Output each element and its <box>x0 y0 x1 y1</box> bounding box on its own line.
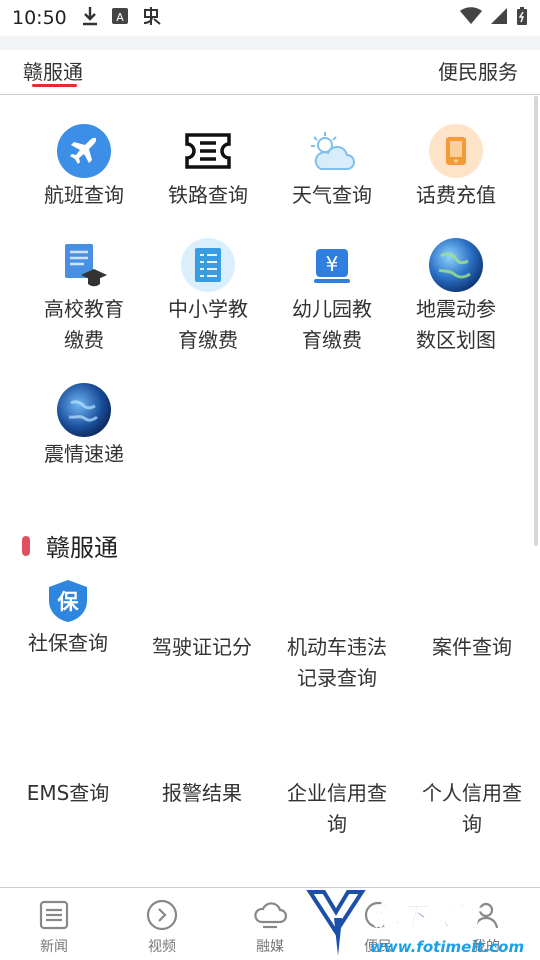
section-header: 赣服通 <box>22 528 118 563</box>
label-line: 记录查询 <box>297 666 377 690</box>
service-university-fee[interactable]: 高校教育 缴费 <box>22 238 146 356</box>
status-bar: 10:50 A <box>0 0 540 36</box>
status-time: 10:50 <box>12 7 67 29</box>
shield-icon: 保 <box>46 578 90 624</box>
phone-icon <box>429 124 483 178</box>
service-flight-query[interactable]: 航班查询 <box>22 124 146 211</box>
label-line: 育缴费 <box>178 328 238 352</box>
signal-icon <box>490 7 508 29</box>
label-line: 社保查询 <box>28 631 108 655</box>
service-driving-license-points[interactable]: 驾驶证记分 <box>134 632 270 663</box>
play-icon <box>145 898 179 932</box>
earth-icon <box>57 383 111 437</box>
label-line: 地震动参 <box>416 297 496 321</box>
payment-icon: ¥ <box>305 238 359 292</box>
ticket-icon <box>181 124 235 178</box>
service-kindergarten-fee[interactable]: ¥ 幼儿园教 育缴费 <box>270 238 394 356</box>
label-line: 数区划图 <box>416 328 496 352</box>
svg-text:A: A <box>116 11 124 24</box>
nav-label: 新闻 <box>40 939 68 955</box>
weather-icon <box>305 124 359 178</box>
download-icon <box>81 6 99 31</box>
service-personal-credit[interactable]: 个人信用查 询 <box>404 778 540 840</box>
scrollbar[interactable] <box>534 96 538 546</box>
watermark-url: www.fotimeit.com <box>370 938 525 956</box>
label-line: 天气查询 <box>292 183 372 207</box>
label-line: 个人信用查 <box>422 781 522 805</box>
globe-icon <box>429 238 483 292</box>
label-line: 幼儿园教 <box>292 297 372 321</box>
service-police-report-result[interactable]: 报警结果 <box>134 778 270 809</box>
label-line: 报警结果 <box>162 781 242 805</box>
service-seismic-map[interactable]: 地震动参 数区划图 <box>394 238 518 356</box>
service-vehicle-violations[interactable]: 机动车违法 记录查询 <box>269 632 405 694</box>
service-railway-query[interactable]: 铁路查询 <box>146 124 270 211</box>
watermark-logo: 源下载站 www.fotimeit.com <box>300 888 536 960</box>
section-marker <box>22 535 30 556</box>
battery-icon <box>516 6 528 30</box>
nav-news[interactable]: 新闻 <box>14 898 94 956</box>
svg-text:¥: ¥ <box>326 252 339 276</box>
watermark-text: 源下载站 <box>373 902 479 933</box>
service-ems-query[interactable]: EMS查询 <box>0 778 136 809</box>
label-line: 育缴费 <box>302 328 362 352</box>
label-line: 机动车违法 <box>287 635 387 659</box>
active-tab-indicator <box>32 84 77 87</box>
label-line: 企业信用查 <box>287 781 387 805</box>
nav-label: 视频 <box>148 939 176 955</box>
wifi-icon <box>460 7 482 29</box>
translate-icon: A <box>111 7 129 30</box>
service-enterprise-credit[interactable]: 企业信用查 询 <box>269 778 405 840</box>
app-notification-icon <box>141 5 163 32</box>
service-phone-recharge[interactable]: 话费充值 <box>394 124 518 211</box>
service-school-fee[interactable]: 中小学教 育缴费 <box>146 238 270 356</box>
document-icon <box>181 238 235 292</box>
service-case-query[interactable]: 案件查询 <box>404 632 540 663</box>
label-line: 高校教育 <box>44 297 124 321</box>
tab-ganfutong[interactable]: 赣服通 <box>23 56 83 85</box>
label-line: 缴费 <box>64 328 104 352</box>
top-tabs: 赣服通 便民服务 <box>0 50 540 95</box>
label-line: EMS查询 <box>26 781 110 805</box>
airplane-icon <box>57 124 111 178</box>
graduation-cap-icon <box>57 238 111 292</box>
label-line: 铁路查询 <box>168 183 248 207</box>
tab-convenience-services[interactable]: 便民服务 <box>438 56 518 85</box>
section-title: 赣服通 <box>46 534 118 562</box>
label-line: 震情速递 <box>44 442 124 466</box>
label-line: 驾驶证记分 <box>152 635 252 659</box>
service-weather-query[interactable]: 天气查询 <box>270 124 394 211</box>
cloud-icon <box>253 898 287 932</box>
news-icon <box>37 898 71 932</box>
nav-video[interactable]: 视频 <box>122 898 202 956</box>
shield-icon-text: 保 <box>57 590 79 614</box>
nav-media[interactable]: 融媒 <box>230 898 310 956</box>
service-social-security[interactable]: 保 社保查询 <box>0 578 136 659</box>
label-line: 案件查询 <box>432 635 512 659</box>
label-line: 航班查询 <box>44 183 124 207</box>
nav-label: 融媒 <box>256 939 284 955</box>
label-line: 中小学教 <box>168 297 248 321</box>
label-line: 询 <box>327 812 347 836</box>
label-line: 话费充值 <box>416 183 496 207</box>
service-earthquake-news[interactable]: 震情速递 <box>22 383 146 470</box>
status-gap <box>0 36 540 50</box>
label-line: 询 <box>462 812 482 836</box>
